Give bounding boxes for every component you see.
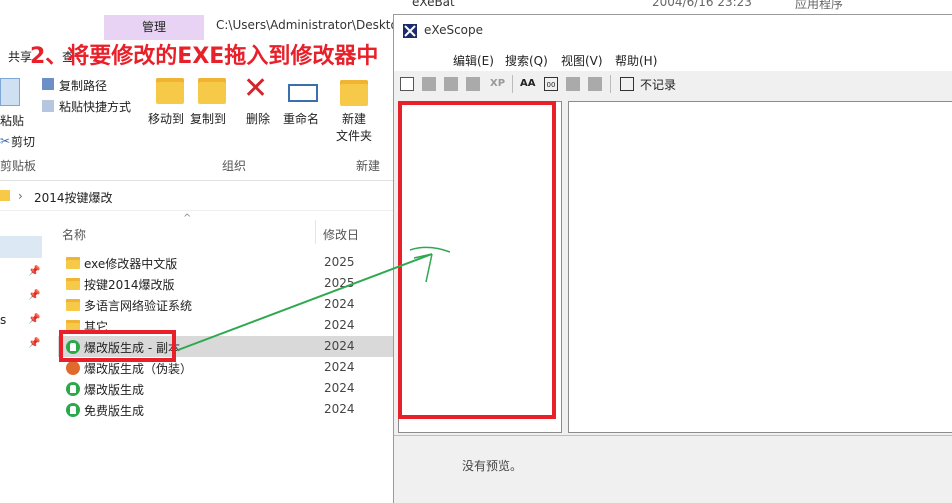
drag-arrow-line — [177, 253, 433, 351]
drag-arrow-head — [409, 246, 451, 283]
annotation-drag-arrow — [177, 246, 451, 351]
